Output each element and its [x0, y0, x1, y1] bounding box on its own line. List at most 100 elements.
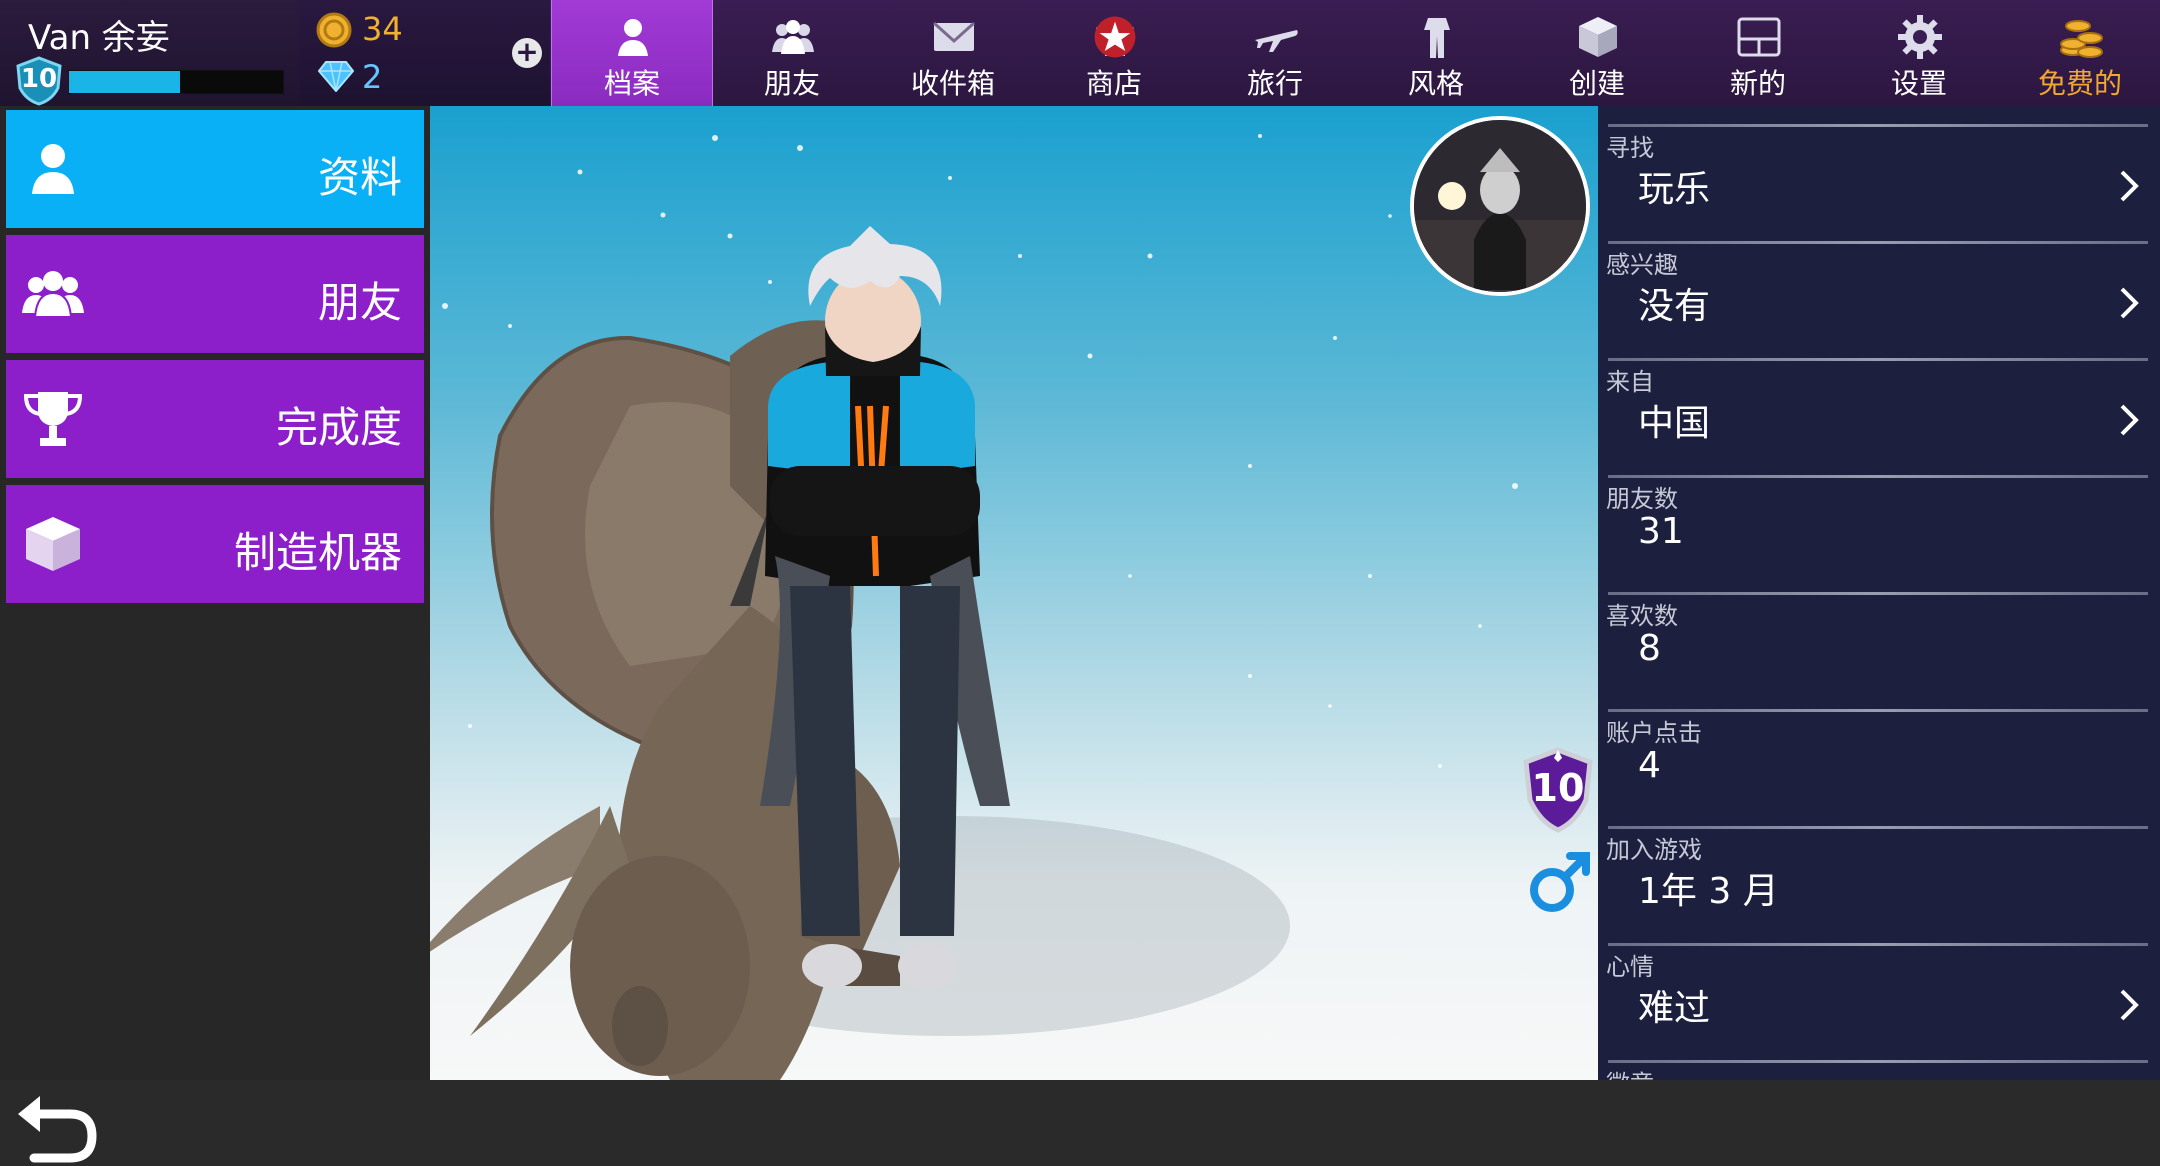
- tab-label: 免费的: [2037, 67, 2122, 100]
- tab-new[interactable]: 新的: [1678, 0, 1838, 106]
- divider: [1608, 475, 2148, 478]
- info-value: 4: [1638, 745, 1661, 786]
- info-label: 加入游戏: [1606, 836, 1702, 864]
- profile-info-panel: 寻找 玩乐 感兴趣 没有 来自 中国 朋友数 31 喜欢数 8 账户点击 4 加…: [1598, 106, 2160, 1080]
- tab-label: 风格: [1407, 67, 1464, 100]
- airplane-icon: [1255, 30, 1298, 52]
- coin-stack-icon: [2060, 20, 2103, 58]
- info-value: 没有: [1638, 286, 1711, 327]
- player-name: Van 余妄: [28, 18, 170, 58]
- divider: [1608, 124, 2148, 127]
- frame-icon: [1737, 17, 1781, 57]
- divider: [1608, 241, 2148, 244]
- person-icon: [32, 144, 74, 194]
- tab-label: 档案: [603, 67, 660, 100]
- tab-travel[interactable]: 旅行: [1195, 0, 1355, 106]
- info-value: 1年 3 月: [1638, 871, 1779, 912]
- info-value: 难过: [1638, 988, 1711, 1029]
- divider: [1608, 592, 2148, 595]
- menu-item-label: 完成度: [275, 403, 402, 452]
- friends-icon: [772, 20, 814, 54]
- chevron-right-icon: [2120, 989, 2139, 1021]
- envelope-icon: [932, 21, 976, 51]
- info-row-interests[interactable]: 感兴趣 没有: [1598, 223, 2160, 340]
- menu-item-maker[interactable]: 制造机器: [6, 485, 424, 603]
- tab-label: 收件箱: [910, 67, 995, 100]
- menu-item-profile[interactable]: 资料: [6, 110, 424, 228]
- menu-item-label: 资料: [317, 153, 402, 202]
- tab-inbox[interactable]: 收件箱: [873, 0, 1033, 106]
- tab-label: 设置: [1890, 67, 1947, 100]
- chevron-right-icon: [2120, 287, 2139, 319]
- info-row-looking-for[interactable]: 寻找 玩乐: [1598, 106, 2160, 223]
- info-label: 寻找: [1606, 134, 1654, 162]
- info-row-joined: 加入游戏 1年 3 月: [1598, 808, 2160, 925]
- coin-count: 34: [362, 10, 403, 48]
- menu-item-label: 制造机器: [233, 528, 402, 577]
- info-row-mood[interactable]: 心情 难过: [1598, 925, 2160, 1042]
- info-label: 心情: [1606, 953, 1654, 981]
- tab-label: 新的: [1729, 67, 1786, 100]
- info-label: 账户点击: [1606, 719, 1702, 747]
- xp-progress-bar: [68, 70, 284, 94]
- divider: [1608, 826, 2148, 829]
- info-row-badges[interactable]: 徽章: [1598, 1042, 2160, 1080]
- xp-progress-fill: [69, 71, 181, 93]
- tab-label: 创建: [1568, 67, 1625, 100]
- info-value: 中国: [1638, 403, 1711, 444]
- tab-label: 商店: [1085, 67, 1142, 100]
- chevron-right-icon: [2120, 170, 2139, 202]
- top-bar: Van 余妄 10 34 2 + 档案 朋友 收件箱 商店 旅行 风格 创建 新…: [0, 0, 2160, 106]
- chevron-right-icon: [2120, 404, 2139, 436]
- info-label: 徽章: [1606, 1064, 1654, 1080]
- friends-icon: [22, 271, 84, 318]
- info-label: 来自: [1606, 368, 1654, 396]
- info-value: 8: [1638, 628, 1661, 669]
- outfit-icon: [1424, 18, 1450, 58]
- trophy-icon: [23, 392, 83, 446]
- divider: [1608, 709, 2148, 712]
- player-level: 10: [20, 64, 58, 94]
- info-label: 喜欢数: [1606, 602, 1678, 630]
- info-row-like-count: 喜欢数 8: [1598, 574, 2160, 691]
- cube-icon: [1579, 17, 1617, 57]
- avatar-scene[interactable]: 10: [430, 106, 1598, 1080]
- level-shield-icon: 10: [14, 56, 64, 106]
- add-currency-button[interactable]: +: [512, 38, 542, 68]
- tab-label: 朋友: [763, 67, 820, 100]
- tab-friends[interactable]: 朋友: [712, 0, 872, 106]
- player-panel[interactable]: Van 余妄 10: [0, 0, 300, 106]
- scene-level-number: 10: [1531, 766, 1585, 810]
- tab-style[interactable]: 风格: [1356, 0, 1516, 106]
- tab-label: 旅行: [1246, 67, 1303, 100]
- info-value: 31: [1638, 511, 1684, 552]
- divider: [1608, 1060, 2148, 1063]
- gear-icon: [1898, 15, 1942, 59]
- profile-icon: [618, 19, 648, 56]
- back-arrow-icon[interactable]: [14, 1092, 98, 1166]
- tab-profile[interactable]: 档案: [551, 0, 713, 106]
- tab-create[interactable]: 创建: [1517, 0, 1677, 106]
- info-row-from[interactable]: 来自 中国: [1598, 340, 2160, 457]
- divider: [1608, 943, 2148, 946]
- menu-item-label: 朋友: [317, 278, 402, 327]
- coin-icon: [316, 12, 352, 48]
- menu-item-completion[interactable]: 完成度: [6, 360, 424, 478]
- info-row-friend-count: 朋友数 31: [1598, 457, 2160, 574]
- info-value: 玩乐: [1638, 169, 1711, 210]
- profile-photo[interactable]: [1410, 116, 1590, 296]
- info-label: 朋友数: [1606, 485, 1678, 513]
- gem-count: 2: [362, 58, 383, 96]
- tab-settings[interactable]: 设置: [1839, 0, 1999, 106]
- cube-icon: [26, 517, 80, 571]
- male-gender-icon: [1530, 852, 1590, 912]
- profile-menu: 资料 朋友 完成度 制造机器: [0, 106, 430, 1163]
- menu-item-friends[interactable]: 朋友: [6, 235, 424, 353]
- info-label: 感兴趣: [1606, 251, 1678, 279]
- gem-icon: [318, 61, 354, 92]
- currency-panel: 34 2 +: [300, 0, 550, 106]
- divider: [1608, 358, 2148, 361]
- tab-free[interactable]: 免费的: [2000, 0, 2160, 106]
- tab-shop[interactable]: 商店: [1034, 0, 1194, 106]
- new-item-badge-icon: [1094, 16, 1136, 58]
